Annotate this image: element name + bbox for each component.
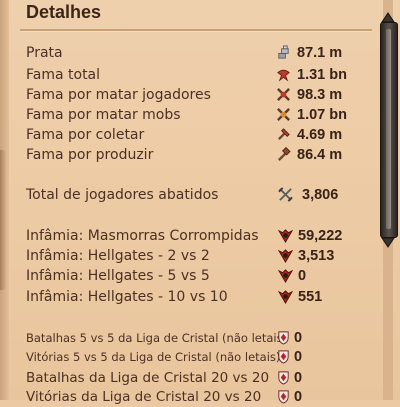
stat-value: 0 xyxy=(294,370,303,386)
stat-row-crystal-5v5-wins: Vitórias 5 vs 5 da Liga de Cristal (não … xyxy=(26,347,376,367)
scrollbar-thumb-grip[interactable] xyxy=(386,29,391,229)
gathering-icon xyxy=(276,127,291,142)
panel-left-edge xyxy=(0,0,9,400)
crystal-league-shield-icon xyxy=(276,349,291,364)
stat-label: Fama por matar jogadores xyxy=(26,87,211,103)
stat-label: Fama por matar mobs xyxy=(26,107,181,123)
stat-row-infamy-hellgate-10v10: Infâmia: Hellgates - 10 vs 10 551 xyxy=(26,287,376,307)
stat-value: 1.07 bn xyxy=(297,107,347,123)
stat-label: Batalhas 5 vs 5 da Liga de Cristal (não … xyxy=(26,331,288,345)
stat-value: 86.4 m xyxy=(297,147,343,163)
vertical-scrollbar[interactable] xyxy=(376,0,400,400)
stat-row-silver: Prata 87.1 m xyxy=(26,43,376,63)
stat-row-crafting-fame: Fama por produzir 86.4 m xyxy=(26,145,376,165)
crystal-league-shield-icon xyxy=(276,370,291,385)
stat-value: 59,222 xyxy=(298,228,343,244)
stat-label: Fama por produzir xyxy=(26,147,154,163)
details-panel: Detalhes Prata 87.1 m Fama total 1.31 bn… xyxy=(0,0,400,405)
infamy-skull-icon xyxy=(278,289,293,304)
stat-label: Fama por coletar xyxy=(26,127,145,143)
stat-row-pvp-fame: Fama por matar jogadores 98.3 m xyxy=(26,85,376,105)
infamy-skull-icon xyxy=(278,268,293,283)
stat-row-crystal-20v20-battles: Batalhas da Liga de Cristal 20 vs 20 0 xyxy=(26,368,376,388)
panel-title: Detalhes xyxy=(26,2,102,22)
stat-label: Vitórias 5 vs 5 da Liga de Cristal (não … xyxy=(26,350,281,364)
crossed-swords-icon xyxy=(276,87,291,102)
scrollbar-thumb[interactable] xyxy=(380,22,398,238)
stat-label: Infâmia: Hellgates - 10 vs 10 xyxy=(26,289,228,305)
stat-row-infamy-corrupted: Infâmia: Masmorras Corrompidas 59,222 xyxy=(26,226,376,246)
stat-label: Total de jogadores abatidos xyxy=(26,187,219,203)
stat-value: 0 xyxy=(298,268,307,284)
fame-icon xyxy=(276,67,291,82)
scroll-down-cap-icon[interactable] xyxy=(380,236,396,250)
mob-kill-icon xyxy=(276,107,291,122)
stat-value: 0 xyxy=(294,389,303,405)
stat-row-crystal-20v20-wins: Vitórias da Liga de Cristal 20 vs 20 0 xyxy=(26,387,376,407)
stat-row-pve-fame: Fama por matar mobs 1.07 bn xyxy=(26,105,376,125)
silver-coins-icon xyxy=(276,45,291,60)
swords-icon xyxy=(278,187,293,202)
crystal-league-shield-icon xyxy=(276,389,291,404)
stat-label: Infâmia: Hellgates - 5 vs 5 xyxy=(26,268,210,284)
stat-value: 3,513 xyxy=(298,248,335,264)
infamy-skull-icon xyxy=(278,228,293,243)
stat-label: Vitórias da Liga de Cristal 20 vs 20 xyxy=(26,389,262,405)
stat-label: Batalhas da Liga de Cristal 20 vs 20 xyxy=(26,370,270,386)
title-divider xyxy=(20,29,372,32)
stat-label: Prata xyxy=(26,45,63,61)
stat-value: 0 xyxy=(294,349,303,365)
stat-label: Infâmia: Hellgates - 2 vs 2 xyxy=(26,248,210,264)
crafting-icon xyxy=(276,147,291,162)
infamy-skull-icon xyxy=(278,248,293,263)
stat-value: 98.3 m xyxy=(297,87,343,103)
stat-value: 3,806 xyxy=(302,187,339,203)
stat-row-players-killed: Total de jogadores abatidos 3,806 xyxy=(26,185,376,205)
stat-value: 4.69 m xyxy=(297,127,343,143)
stat-value: 551 xyxy=(298,289,323,305)
stat-label: Infâmia: Masmorras Corrompidas xyxy=(26,228,259,244)
stat-row-crystal-5v5-battles: Batalhas 5 vs 5 da Liga de Cristal (não … xyxy=(26,328,376,348)
stat-value: 87.1 m xyxy=(297,45,343,61)
stat-value: 0 xyxy=(294,330,303,346)
stat-value: 1.31 bn xyxy=(297,67,347,83)
stat-row-total-fame: Fama total 1.31 bn xyxy=(26,65,376,85)
stat-row-infamy-hellgate-2v2: Infâmia: Hellgates - 2 vs 2 3,513 xyxy=(26,246,376,266)
stat-label: Fama total xyxy=(26,67,101,83)
panel-edge-notch xyxy=(0,150,6,290)
stat-row-infamy-hellgate-5v5: Infâmia: Hellgates - 5 vs 5 0 xyxy=(26,266,376,286)
crystal-league-shield-icon xyxy=(276,330,291,345)
stat-row-gathering-fame: Fama por coletar 4.69 m xyxy=(26,125,376,145)
